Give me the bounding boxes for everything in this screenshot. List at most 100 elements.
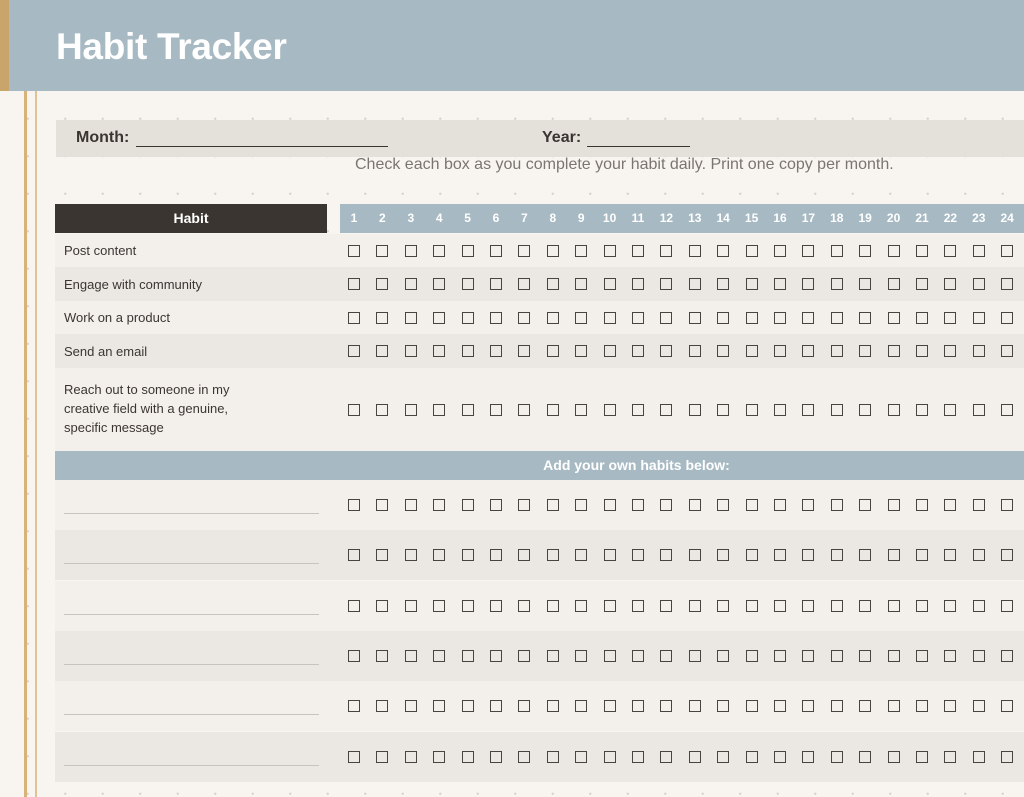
day-checkbox[interactable] [916,345,928,357]
day-checkbox[interactable] [859,649,872,662]
day-checkbox[interactable] [830,311,843,324]
day-checkbox[interactable] [830,549,843,562]
day-checkbox[interactable] [717,311,730,324]
day-checkbox[interactable] [916,499,928,511]
day-checkbox[interactable] [916,649,928,662]
day-checkbox[interactable] [1001,750,1014,763]
day-checkbox[interactable] [461,649,474,662]
day-checkbox[interactable] [1001,403,1014,416]
day-checkbox[interactable] [972,549,985,562]
day-checkbox[interactable] [603,649,616,662]
day-checkbox[interactable] [348,278,360,290]
day-checkbox[interactable] [802,311,815,324]
day-checkbox[interactable] [859,278,872,290]
day-checkbox[interactable] [887,278,900,290]
day-checkbox[interactable] [916,244,928,257]
day-checkbox[interactable] [603,403,616,416]
day-checkbox[interactable] [830,649,843,662]
day-checkbox[interactable] [944,649,957,662]
day-checkbox[interactable] [376,311,389,324]
day-checkbox[interactable] [972,345,985,357]
day-checkbox[interactable] [404,549,417,562]
day-checkbox[interactable] [575,499,588,511]
day-checkbox[interactable] [632,549,644,562]
day-checkbox[interactable] [802,750,815,763]
day-checkbox[interactable] [461,499,474,511]
day-checkbox[interactable] [490,345,502,357]
day-checkbox[interactable] [490,599,502,612]
day-checkbox[interactable] [944,549,957,562]
day-checkbox[interactable] [461,345,474,357]
day-checkbox[interactable] [944,750,957,763]
day-checkbox[interactable] [575,649,588,662]
day-checkbox[interactable] [916,549,928,562]
day-checkbox[interactable] [717,750,730,763]
day-checkbox[interactable] [404,649,417,662]
day-checkbox[interactable] [802,649,815,662]
day-checkbox[interactable] [518,649,531,662]
day-checkbox[interactable] [603,278,616,290]
day-checkbox[interactable] [1001,499,1014,511]
day-checkbox[interactable] [660,750,673,763]
day-checkbox[interactable] [404,345,417,357]
day-checkbox[interactable] [490,244,502,257]
custom-habit-field[interactable] [64,663,319,665]
day-checkbox[interactable] [546,700,559,713]
day-checkbox[interactable] [632,244,644,257]
day-checkbox[interactable] [774,311,786,324]
day-checkbox[interactable] [376,278,389,290]
day-checkbox[interactable] [745,700,758,713]
day-checkbox[interactable] [972,244,985,257]
day-checkbox[interactable] [944,700,957,713]
day-checkbox[interactable] [1001,700,1014,713]
day-checkbox[interactable] [972,278,985,290]
day-checkbox[interactable] [660,403,673,416]
day-checkbox[interactable] [575,549,588,562]
day-checkbox[interactable] [887,549,900,562]
year-field[interactable] [587,146,690,147]
day-checkbox[interactable] [433,403,446,416]
day-checkbox[interactable] [433,549,446,562]
day-checkbox[interactable] [944,244,957,257]
day-checkbox[interactable] [859,599,872,612]
day-checkbox[interactable] [603,311,616,324]
day-checkbox[interactable] [745,403,758,416]
day-checkbox[interactable] [376,244,389,257]
day-checkbox[interactable] [518,345,531,357]
day-checkbox[interactable] [461,700,474,713]
day-checkbox[interactable] [688,599,701,612]
day-checkbox[interactable] [404,244,417,257]
day-checkbox[interactable] [575,403,588,416]
day-checkbox[interactable] [972,700,985,713]
day-checkbox[interactable] [830,599,843,612]
day-checkbox[interactable] [376,599,389,612]
day-checkbox[interactable] [546,278,559,290]
day-checkbox[interactable] [859,403,872,416]
day-checkbox[interactable] [972,311,985,324]
day-checkbox[interactable] [660,649,673,662]
day-checkbox[interactable] [830,278,843,290]
day-checkbox[interactable] [518,700,531,713]
day-checkbox[interactable] [348,549,360,562]
day-checkbox[interactable] [972,499,985,511]
day-checkbox[interactable] [404,403,417,416]
day-checkbox[interactable] [632,311,644,324]
day-checkbox[interactable] [490,649,502,662]
day-checkbox[interactable] [717,700,730,713]
day-checkbox[interactable] [802,403,815,416]
day-checkbox[interactable] [774,345,786,357]
day-checkbox[interactable] [972,750,985,763]
day-checkbox[interactable] [830,244,843,257]
day-checkbox[interactable] [546,311,559,324]
day-checkbox[interactable] [660,599,673,612]
custom-habit-field[interactable] [64,714,319,716]
day-checkbox[interactable] [802,244,815,257]
day-checkbox[interactable] [348,599,360,612]
day-checkbox[interactable] [830,499,843,511]
day-checkbox[interactable] [404,750,417,763]
day-checkbox[interactable] [518,549,531,562]
day-checkbox[interactable] [433,244,446,257]
day-checkbox[interactable] [859,499,872,511]
day-checkbox[interactable] [404,278,417,290]
day-checkbox[interactable] [348,649,360,662]
